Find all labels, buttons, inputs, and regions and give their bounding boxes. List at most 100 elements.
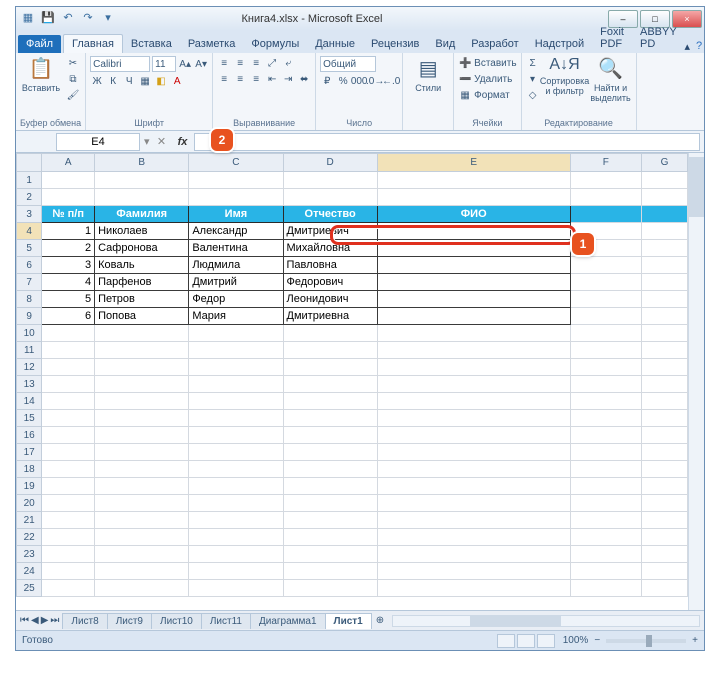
qat-dropdown-icon[interactable]: ▾ bbox=[100, 9, 116, 25]
align-left-icon[interactable]: ≡ bbox=[217, 72, 231, 86]
cell[interactable]: Александр bbox=[189, 223, 283, 240]
row-header[interactable]: 7 bbox=[17, 274, 42, 291]
find-select-button[interactable]: 🔍 Найти и выделить bbox=[590, 56, 632, 103]
row-header[interactable]: 4 bbox=[17, 223, 42, 240]
zoom-out-icon[interactable]: − bbox=[594, 635, 600, 646]
cancel-formula-icon[interactable]: ✕ bbox=[153, 133, 171, 151]
tab-data[interactable]: Данные bbox=[307, 35, 363, 53]
row-header[interactable]: 8 bbox=[17, 291, 42, 308]
increase-decimal-icon[interactable]: .0→ bbox=[368, 74, 382, 88]
bold-button[interactable]: Ж bbox=[90, 74, 104, 88]
delete-cells-label[interactable]: Удалить bbox=[474, 74, 512, 85]
font-size-combo[interactable]: 11 bbox=[152, 56, 176, 72]
sort-filter-button[interactable]: А↓Я Сортировка и фильтр bbox=[544, 56, 586, 96]
underline-button[interactable]: Ч bbox=[122, 74, 136, 88]
cell[interactable]: Николаев bbox=[95, 223, 189, 240]
sheet-tab[interactable]: Лист9 bbox=[107, 613, 152, 629]
wrap-text-icon[interactable]: ⤶ bbox=[281, 56, 295, 70]
row-header[interactable]: 20 bbox=[17, 495, 42, 512]
row-header[interactable]: 21 bbox=[17, 512, 42, 529]
comma-icon[interactable]: 000 bbox=[352, 74, 366, 88]
cell[interactable]: Парфенов bbox=[95, 274, 189, 291]
col-header-E[interactable]: E bbox=[377, 154, 570, 172]
cell[interactable]: Павловна bbox=[283, 257, 377, 274]
cell[interactable]: Дмитрий bbox=[189, 274, 283, 291]
name-box-dropdown-icon[interactable]: ▾ bbox=[144, 135, 150, 148]
undo-icon[interactable]: ↶ bbox=[60, 9, 76, 25]
cell[interactable]: 4 bbox=[42, 274, 95, 291]
zoom-in-icon[interactable]: + bbox=[692, 635, 704, 646]
clear-icon[interactable]: ◇ bbox=[526, 88, 540, 102]
autosum-icon[interactable]: Σ bbox=[526, 56, 540, 70]
align-middle-icon[interactable]: ≡ bbox=[233, 56, 247, 70]
last-sheet-icon[interactable]: ⏭ bbox=[50, 615, 59, 626]
percent-icon[interactable]: % bbox=[336, 74, 350, 88]
row-header[interactable]: 16 bbox=[17, 427, 42, 444]
header-num[interactable]: № п/п bbox=[42, 206, 95, 223]
sheet-tab[interactable]: Диаграмма1 bbox=[250, 613, 326, 629]
tab-abbyy[interactable]: ABBYY PD bbox=[632, 23, 685, 53]
align-top-icon[interactable]: ≡ bbox=[217, 56, 231, 70]
row-header[interactable]: 23 bbox=[17, 546, 42, 563]
row-header[interactable]: 2 bbox=[17, 189, 42, 206]
cell[interactable]: Сафронова bbox=[95, 240, 189, 257]
page-break-view-icon[interactable] bbox=[537, 634, 555, 648]
row-header[interactable]: 19 bbox=[17, 478, 42, 495]
prev-sheet-icon[interactable]: ◀ bbox=[31, 615, 39, 626]
row-header[interactable]: 24 bbox=[17, 563, 42, 580]
tab-foxit[interactable]: Foxit PDF bbox=[592, 23, 632, 53]
row-header[interactable]: 5 bbox=[17, 240, 42, 257]
cell[interactable] bbox=[377, 308, 570, 325]
format-cells-label[interactable]: Формат bbox=[474, 90, 510, 101]
row-header[interactable]: 9 bbox=[17, 308, 42, 325]
cell[interactable]: Попова bbox=[95, 308, 189, 325]
row-header[interactable]: 10 bbox=[17, 325, 42, 342]
normal-view-icon[interactable] bbox=[497, 634, 515, 648]
copy-icon[interactable]: ⧉ bbox=[66, 72, 80, 86]
row-header[interactable]: 22 bbox=[17, 529, 42, 546]
cell[interactable]: Валентина bbox=[189, 240, 283, 257]
border-icon[interactable]: ▦ bbox=[138, 74, 152, 88]
italic-button[interactable]: К bbox=[106, 74, 120, 88]
number-format-combo[interactable]: Общий bbox=[320, 56, 376, 72]
cut-icon[interactable]: ✂ bbox=[66, 56, 80, 70]
cell[interactable]: 6 bbox=[42, 308, 95, 325]
spreadsheet[interactable]: A B C D E F G 1 2 3 № п/п Фамилия Имя От… bbox=[16, 153, 688, 597]
redo-icon[interactable]: ↷ bbox=[80, 9, 96, 25]
row-header[interactable]: 11 bbox=[17, 342, 42, 359]
font-color-icon[interactable]: A bbox=[170, 74, 184, 88]
tab-view[interactable]: Вид bbox=[427, 35, 463, 53]
zoom-slider[interactable] bbox=[606, 639, 686, 643]
vertical-scrollbar[interactable] bbox=[688, 153, 704, 610]
zoom-level[interactable]: 100% bbox=[557, 635, 595, 646]
cell[interactable]: Дмитриевич bbox=[283, 223, 377, 240]
tab-formulas[interactable]: Формулы bbox=[243, 35, 307, 53]
row-header[interactable]: 17 bbox=[17, 444, 42, 461]
sheet-tab[interactable]: Лист10 bbox=[151, 613, 202, 629]
cell[interactable] bbox=[377, 240, 570, 257]
row-header[interactable]: 3 bbox=[17, 206, 42, 223]
save-icon[interactable]: 💾 bbox=[40, 9, 56, 25]
decrease-font-icon[interactable]: A▾ bbox=[194, 57, 208, 71]
increase-indent-icon[interactable]: ⇥ bbox=[281, 72, 295, 86]
col-header-F[interactable]: F bbox=[570, 154, 641, 172]
help-icon[interactable]: ? bbox=[696, 40, 702, 53]
format-cells-icon[interactable]: ▦ bbox=[458, 88, 472, 102]
header-name[interactable]: Имя bbox=[189, 206, 283, 223]
row-header[interactable]: 18 bbox=[17, 461, 42, 478]
grid[interactable]: A B C D E F G 1 2 3 № п/п Фамилия Имя От… bbox=[16, 153, 688, 610]
row-header[interactable]: 14 bbox=[17, 393, 42, 410]
first-sheet-icon[interactable]: ⏮ bbox=[20, 615, 29, 626]
tab-developer[interactable]: Разработ bbox=[463, 35, 526, 53]
row-header[interactable]: 12 bbox=[17, 359, 42, 376]
active-cell-E4[interactable] bbox=[377, 223, 570, 240]
header-fio[interactable]: ФИО bbox=[377, 206, 570, 223]
decrease-decimal-icon[interactable]: ←.0 bbox=[384, 74, 398, 88]
format-painter-icon[interactable]: 🖌 bbox=[66, 88, 80, 102]
formula-input[interactable] bbox=[194, 133, 700, 151]
row-header[interactable]: 1 bbox=[17, 172, 42, 189]
decrease-indent-icon[interactable]: ⇤ bbox=[265, 72, 279, 86]
cell[interactable]: Федор bbox=[189, 291, 283, 308]
merge-icon[interactable]: ⬌ bbox=[297, 72, 311, 86]
tab-layout[interactable]: Разметка bbox=[180, 35, 244, 53]
